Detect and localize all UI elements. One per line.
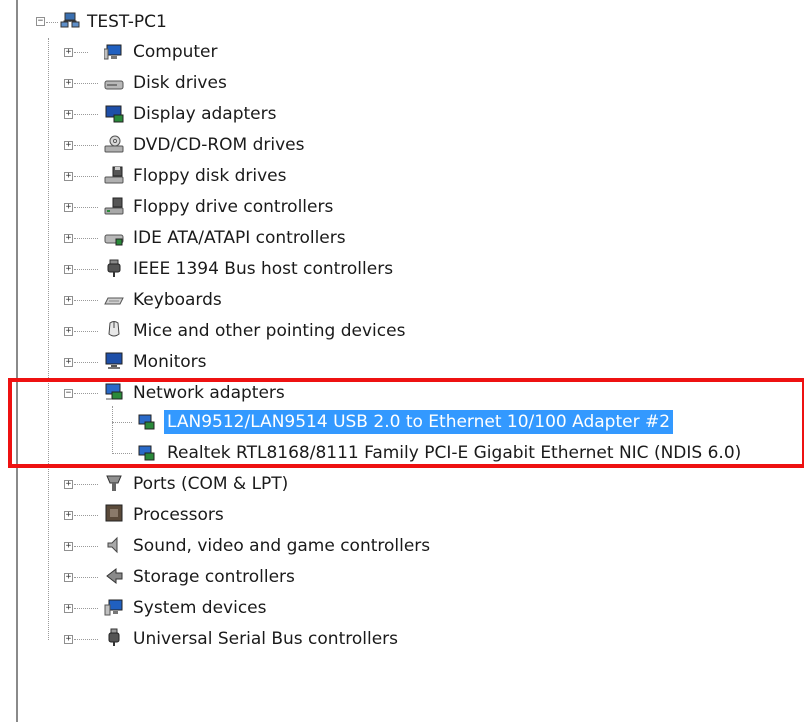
tree-child-label-selected: LAN9512/LAN9514 USB 2.0 to Ethernet 10/1… xyxy=(164,410,674,434)
expand-toggle[interactable]: + xyxy=(64,358,73,367)
expand-toggle[interactable]: + xyxy=(64,296,73,305)
ieee1394-plug-icon xyxy=(107,259,121,277)
expand-toggle[interactable]: + xyxy=(64,234,73,243)
mouse-icon xyxy=(108,321,120,337)
tree-item-label: Floppy drive controllers xyxy=(133,197,334,217)
tree-item-label: Keyboards xyxy=(133,290,222,310)
tree-item-system[interactable]: + System devices xyxy=(0,596,400,620)
tree-item-label: System devices xyxy=(133,598,267,618)
tree-item-label: Ports (COM & LPT) xyxy=(133,474,289,494)
tree-item-storage[interactable]: + Storage controllers xyxy=(0,565,400,589)
floppy-drive-icon xyxy=(104,166,124,184)
tree-item-network-adapters[interactable]: − Network adapters xyxy=(0,381,400,405)
port-icon xyxy=(106,475,122,491)
expand-toggle[interactable]: + xyxy=(64,79,73,88)
tree-item-dvd-cd-rom[interactable]: + DVD/CD-ROM drives xyxy=(0,133,400,157)
tree-item-display-adapters[interactable]: + Display adapters xyxy=(0,102,400,126)
tree-child-lan9512[interactable]: LAN9512/LAN9514 USB 2.0 to Ethernet 10/1… xyxy=(0,410,760,434)
collapse-toggle-root[interactable]: − xyxy=(36,17,45,26)
computer-network-icon xyxy=(60,12,80,28)
tree-item-ieee1394[interactable]: + IEEE 1394 Bus host controllers xyxy=(0,257,420,281)
tree-child-label: Realtek RTL8168/8111 Family PCI-E Gigabi… xyxy=(167,443,742,463)
tree-item-disk-drives[interactable]: + Disk drives xyxy=(0,71,400,95)
storage-controller-icon xyxy=(106,567,123,585)
expand-toggle[interactable]: + xyxy=(64,542,73,551)
expand-toggle[interactable]: + xyxy=(64,48,73,57)
tree-item-label: Monitors xyxy=(133,352,207,372)
tree-item-label: Processors xyxy=(133,505,224,525)
expand-toggle[interactable]: + xyxy=(64,480,73,489)
tree-item-ide-ata[interactable]: + IDE ATA/ATAPI controllers xyxy=(0,226,400,250)
keyboard-icon xyxy=(104,297,124,305)
dvd-drive-icon xyxy=(104,135,124,153)
expand-toggle[interactable]: + xyxy=(64,265,73,274)
system-devices-icon xyxy=(104,599,123,616)
disk-drive-icon xyxy=(104,80,124,90)
expand-toggle[interactable]: + xyxy=(64,635,73,644)
speaker-icon xyxy=(107,536,118,554)
display-adapter-icon xyxy=(105,105,124,123)
tree-item-computer[interactable]: + Computer xyxy=(0,40,400,64)
tree-item-label: Computer xyxy=(133,42,218,62)
tree-item-label: Sound, video and game controllers xyxy=(133,536,431,556)
expand-toggle[interactable]: + xyxy=(64,141,73,150)
network-adapter-icon xyxy=(138,414,155,430)
tree-child-realtek[interactable]: Realtek RTL8168/8111 Family PCI-E Gigabi… xyxy=(0,441,804,465)
tree-item-floppy-controllers[interactable]: + Floppy drive controllers xyxy=(0,195,400,219)
device-tree: − TEST-PC1 + Computer + Disk drives + Di… xyxy=(0,0,804,722)
expand-toggle[interactable]: + xyxy=(64,573,73,582)
computer-icon xyxy=(104,44,122,60)
tree-item-label: Storage controllers xyxy=(133,567,295,587)
expand-toggle[interactable]: + xyxy=(64,511,73,520)
processor-icon xyxy=(105,504,123,522)
tree-item-ports[interactable]: + Ports (COM & LPT) xyxy=(0,472,400,496)
tree-item-processors[interactable]: + Processors xyxy=(0,503,400,527)
network-adapter-icon xyxy=(138,445,155,461)
ide-controller-icon xyxy=(104,234,124,246)
expand-toggle[interactable]: + xyxy=(64,172,73,181)
tree-item-label: Network adapters xyxy=(133,383,285,403)
tree-item-floppy-disk[interactable]: + Floppy disk drives xyxy=(0,164,400,188)
collapse-toggle[interactable]: − xyxy=(64,389,73,398)
expand-toggle[interactable]: + xyxy=(64,327,73,336)
network-adapter-icon xyxy=(105,383,123,400)
tree-root-label: TEST-PC1 xyxy=(87,12,167,32)
tree-item-monitors[interactable]: + Monitors xyxy=(0,350,400,374)
tree-item-label: Disk drives xyxy=(133,73,227,93)
usb-plug-icon xyxy=(108,628,120,646)
tree-root-row[interactable]: − TEST-PC1 xyxy=(0,10,400,34)
expand-toggle[interactable]: + xyxy=(64,604,73,613)
tree-item-keyboards[interactable]: + Keyboards xyxy=(0,288,400,312)
expand-toggle[interactable]: + xyxy=(64,203,73,212)
monitor-icon xyxy=(105,352,123,369)
tree-item-sound[interactable]: + Sound, video and game controllers xyxy=(0,534,480,558)
tree-item-label: Universal Serial Bus controllers xyxy=(133,629,399,649)
tree-item-usb[interactable]: + Universal Serial Bus controllers xyxy=(0,627,460,651)
tree-item-label: Display adapters xyxy=(133,104,277,124)
tree-item-label: Floppy disk drives xyxy=(133,166,287,186)
tree-item-mice[interactable]: + Mice and other pointing devices xyxy=(0,319,460,343)
tree-item-label: Mice and other pointing devices xyxy=(133,321,406,341)
tree-item-label: DVD/CD-ROM drives xyxy=(133,135,305,155)
floppy-controller-icon xyxy=(104,197,124,215)
expand-toggle[interactable]: + xyxy=(64,110,73,119)
tree-item-label: IDE ATA/ATAPI controllers xyxy=(133,228,346,248)
tree-item-label: IEEE 1394 Bus host controllers xyxy=(133,259,394,279)
